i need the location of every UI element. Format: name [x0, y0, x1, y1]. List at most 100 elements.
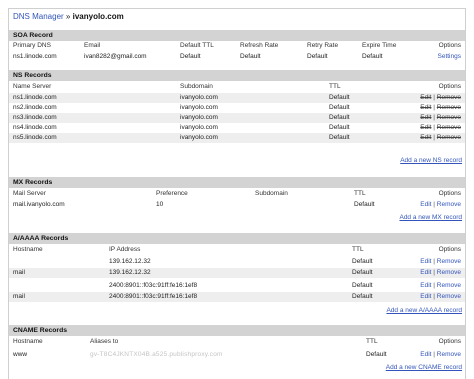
- a-aaaa-column-headers: Hostname IP Address TTL Options: [9, 245, 465, 255]
- mx-preference: 10: [156, 201, 164, 208]
- breadcrumb-dns-manager-link[interactable]: DNS Manager: [13, 12, 64, 21]
- edit-link[interactable]: Edit: [420, 293, 431, 300]
- col-name-server: Name Server: [13, 83, 52, 90]
- a-record-row: 139.162.12.32 Default Edit | Remove: [9, 257, 465, 267]
- ns-server: ns3.linode.com: [13, 114, 57, 121]
- col-options: Options: [438, 338, 461, 345]
- ns-subdomain: ivanyolo.com: [180, 104, 218, 111]
- col-retry-rate: Retry Rate: [307, 42, 339, 49]
- col-options: Options: [438, 246, 461, 253]
- ns-row-options: Edit | Remove: [420, 123, 461, 133]
- a-aaaa-section-header: A/AAAA Records: [9, 233, 465, 244]
- divider: |: [433, 134, 435, 141]
- divider: |: [433, 269, 435, 276]
- edit-disabled: Edit: [420, 104, 432, 111]
- divider: |: [433, 258, 435, 265]
- a-ip-address: 139.162.12.32: [109, 269, 151, 276]
- a-row-options: Edit | Remove: [420, 268, 461, 278]
- remove-disabled: Remove: [436, 134, 461, 141]
- a-row-options: Edit | Remove: [420, 257, 461, 267]
- a-ip-address: 2400:8901::f03c:91ff:fe16:1ef8: [109, 293, 198, 300]
- col-options: Options: [438, 83, 461, 90]
- ns-subdomain: ivanyolo.com: [180, 114, 218, 121]
- ns-row: ns5.linode.com ivanyolo.com Default Edit…: [9, 133, 465, 143]
- a-ttl: Default: [352, 258, 373, 265]
- col-hostname: Hostname: [13, 246, 43, 253]
- soa-settings-link[interactable]: Settings: [438, 52, 462, 62]
- col-options: Options: [438, 190, 461, 197]
- edit-link[interactable]: Edit: [420, 258, 431, 265]
- mx-section-header: MX Records: [9, 177, 465, 188]
- ns-subdomain: ivanyolo.com: [180, 134, 218, 141]
- soa-column-headers: Primary DNS Email Default TTL Refresh Ra…: [9, 41, 465, 51]
- col-primary-dns: Primary DNS: [13, 42, 51, 49]
- edit-link[interactable]: Edit: [420, 201, 431, 208]
- remove-link[interactable]: Remove: [437, 201, 461, 208]
- a-ttl: Default: [352, 293, 373, 300]
- mx-mail-server: mail.ivanyolo.com: [13, 201, 65, 208]
- divider: |: [433, 94, 435, 101]
- ns-row: ns2.linode.com ivanyolo.com Default Edit…: [9, 103, 465, 113]
- ns-ttl: Default: [329, 104, 350, 111]
- soa-retry-rate: Default: [307, 53, 328, 60]
- a-ttl: Default: [352, 269, 373, 276]
- soa-expire-time: Default: [362, 53, 383, 60]
- ns-row-options: Edit | Remove: [420, 93, 461, 103]
- remove-link[interactable]: Remove: [437, 258, 461, 265]
- remove-disabled: Remove: [436, 114, 461, 121]
- breadcrumb-domain: ivanyolo.com: [72, 12, 124, 21]
- cname-alias: gv-T8C4JKNTX04B.a525.publishproxy.com: [90, 351, 223, 358]
- ns-subdomain: ivanyolo.com: [180, 124, 218, 131]
- a-hostname: mail: [13, 269, 25, 276]
- col-ttl: TTL: [329, 83, 341, 90]
- ns-row: ns1.linode.com ivanyolo.com Default Edit…: [9, 93, 465, 103]
- col-ttl: TTL: [354, 190, 366, 197]
- breadcrumb: DNS Manager » ivanyolo.com: [13, 12, 124, 21]
- soa-refresh-rate: Default: [240, 53, 261, 60]
- col-preference: Preference: [156, 190, 188, 197]
- ns-ttl: Default: [329, 94, 350, 101]
- ns-server: ns2.linode.com: [13, 104, 57, 111]
- divider: |: [433, 104, 435, 111]
- add-a-aaaa-record-link[interactable]: Add a new A/AAAA record: [386, 306, 462, 315]
- remove-link[interactable]: Remove: [437, 293, 461, 300]
- remove-disabled: Remove: [436, 94, 461, 101]
- ns-server: ns4.linode.com: [13, 124, 57, 131]
- cname-row-options: Edit | Remove: [420, 350, 461, 360]
- soa-primary-dns: ns1.linode.com: [13, 53, 57, 60]
- col-mail-server: Mail Server: [13, 190, 46, 197]
- add-mx-record-link[interactable]: Add a new MX record: [399, 213, 462, 222]
- col-ip-address: IP Address: [109, 246, 141, 253]
- breadcrumb-separator: »: [65, 12, 71, 21]
- divider: |: [433, 124, 435, 131]
- ns-row-options: Edit | Remove: [420, 113, 461, 123]
- edit-disabled: Edit: [420, 124, 432, 131]
- soa-email: ivan8282@gmail.com: [84, 53, 147, 60]
- divider: |: [433, 114, 435, 121]
- mx-column-headers: Mail Server Preference Subdomain TTL Opt…: [9, 189, 465, 199]
- a-row-options: Edit | Remove: [420, 292, 461, 302]
- a-record-row: mail 2400:8901::f03c:91ff:fe16:1ef8 Defa…: [9, 292, 465, 302]
- edit-link[interactable]: Edit: [420, 269, 431, 276]
- divider: |: [433, 293, 435, 300]
- remove-link[interactable]: Remove: [437, 282, 461, 289]
- ns-server: ns1.linode.com: [13, 94, 57, 101]
- col-refresh-rate: Refresh Rate: [240, 42, 279, 49]
- edit-link[interactable]: Edit: [420, 351, 431, 358]
- mx-ttl: Default: [354, 201, 375, 208]
- col-expire-time: Expire Time: [362, 42, 397, 49]
- cname-column-headers: Hostname Aliases to TTL Options: [9, 337, 465, 347]
- add-ns-record-link[interactable]: Add a new NS record: [400, 156, 462, 165]
- edit-link[interactable]: Edit: [420, 282, 431, 289]
- ns-ttl: Default: [329, 134, 350, 141]
- cname-ttl: Default: [366, 351, 387, 358]
- remove-link[interactable]: Remove: [437, 269, 461, 276]
- remove-link[interactable]: Remove: [437, 351, 461, 358]
- ns-row: ns4.linode.com ivanyolo.com Default Edit…: [9, 123, 465, 133]
- divider: |: [433, 282, 435, 289]
- mx-row: mail.ivanyolo.com 10 Default Edit | Remo…: [9, 200, 465, 210]
- ns-column-headers: Name Server Subdomain TTL Options: [9, 82, 465, 92]
- add-cname-record-link[interactable]: Add a new CNAME record: [386, 363, 462, 372]
- ns-section-header: NS Records: [9, 70, 465, 81]
- divider: |: [433, 351, 435, 358]
